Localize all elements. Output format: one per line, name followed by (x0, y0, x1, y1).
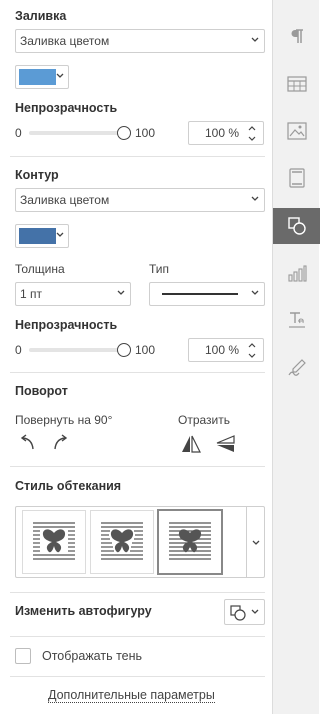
fill-heading: Заливка (15, 9, 67, 23)
fill-opacity-spinner[interactable]: 100 % (188, 121, 264, 145)
wrap-square-icon (33, 522, 75, 560)
stroke-opacity-slider[interactable] (29, 348, 125, 352)
fill-type-value: Заливка цветом (20, 34, 110, 48)
stroke-line-type-select[interactable] (149, 282, 265, 306)
table-icon (286, 76, 307, 92)
fill-slider-max: 100 (135, 126, 156, 140)
stroke-width-label: Толщина (15, 262, 65, 276)
change-autoshape-button[interactable] (224, 599, 265, 625)
paragraph-settings-tab[interactable] (273, 18, 320, 54)
spin-up-icon[interactable] (247, 341, 257, 349)
chevron-down-icon (56, 73, 64, 78)
rotate-counterclockwise-icon[interactable] (17, 432, 37, 452)
wrap-square-option[interactable] (22, 510, 86, 574)
stroke-type-label: Тип (149, 262, 170, 276)
solid-line-preview (162, 293, 238, 295)
chart-settings-tab[interactable] (273, 255, 320, 291)
wrap-style-picker (15, 506, 265, 578)
paragraph-icon (291, 29, 303, 43)
image-settings-tab[interactable] (273, 113, 320, 149)
image-icon (286, 122, 307, 140)
header-footer-settings-tab[interactable] (273, 160, 320, 196)
fill-type-select[interactable]: Заливка цветом (15, 29, 265, 53)
right-sidebar (272, 0, 320, 714)
stroke-opacity-heading: Непрозрачность (15, 318, 118, 332)
shape-settings-panel: Заливка Заливка цветом Непрозрачность 0 … (0, 0, 272, 714)
spin-down-icon[interactable] (247, 135, 257, 143)
shape-icon (230, 605, 246, 621)
shape-icon (287, 217, 306, 235)
stroke-type-value: Заливка цветом (20, 193, 110, 207)
show-shadow-checkbox[interactable] (15, 648, 31, 664)
advanced-settings-link[interactable]: Дополнительные параметры (48, 688, 215, 703)
wrap-tight-option[interactable] (90, 510, 154, 574)
divider (10, 372, 265, 373)
divider (10, 466, 265, 467)
show-shadow-label: Отображать тень (42, 649, 143, 663)
wrap-through-icon (169, 522, 211, 560)
chevron-down-icon (251, 37, 259, 42)
stroke-slider-max: 100 (135, 343, 156, 357)
header-footer-icon (288, 168, 305, 188)
table-settings-tab[interactable] (273, 66, 320, 102)
change-autoshape-label: Изменить автофигуру (15, 604, 152, 618)
divider (10, 636, 265, 637)
stroke-slider-min: 0 (15, 343, 22, 357)
flip-vertical-icon[interactable] (214, 434, 236, 454)
chevron-down-icon (117, 290, 125, 295)
signature-icon (287, 359, 306, 376)
divider (10, 156, 265, 157)
rotation-heading: Поворот (15, 384, 68, 398)
rotate-90-label: Повернуть на 90° (15, 413, 113, 427)
textart-settings-tab[interactable] (273, 302, 320, 338)
flip-label: Отразить (178, 413, 230, 427)
textart-icon (288, 312, 305, 328)
wrap-tight-icon (101, 522, 143, 560)
stroke-width-select[interactable]: 1 пт (15, 282, 131, 306)
chevron-down-icon (56, 232, 64, 237)
stroke-width-value: 1 пт (20, 287, 43, 301)
fill-opacity-value: 100 % (204, 126, 239, 140)
fill-opacity-slider-thumb[interactable] (117, 126, 131, 140)
spin-up-icon[interactable] (247, 124, 257, 132)
rotate-clockwise-icon[interactable] (51, 432, 71, 452)
flip-horizontal-icon[interactable] (180, 434, 202, 454)
fill-slider-min: 0 (15, 126, 22, 140)
chevron-down-icon (251, 290, 259, 295)
shape-settings-tab[interactable] (273, 208, 320, 244)
chevron-down-icon (252, 540, 260, 545)
chart-icon (287, 265, 307, 282)
stroke-type-select[interactable]: Заливка цветом (15, 188, 265, 212)
stroke-opacity-value: 100 % (204, 343, 239, 357)
stroke-opacity-slider-thumb[interactable] (117, 343, 131, 357)
wrap-style-heading: Стиль обтекания (15, 479, 122, 493)
stroke-color-button[interactable] (15, 224, 69, 248)
divider (10, 676, 265, 677)
fill-opacity-slider[interactable] (29, 131, 125, 135)
stroke-heading: Контур (15, 168, 59, 182)
wrap-through-option[interactable] (157, 509, 223, 575)
chevron-down-icon (251, 196, 259, 201)
stroke-color-swatch (19, 228, 56, 244)
fill-color-swatch (19, 69, 56, 85)
spin-down-icon[interactable] (247, 352, 257, 360)
signature-settings-tab[interactable] (273, 350, 320, 386)
chevron-down-icon (251, 609, 259, 614)
fill-color-button[interactable] (15, 65, 69, 89)
divider (10, 592, 265, 593)
fill-opacity-heading: Непрозрачность (15, 101, 118, 115)
stroke-opacity-spinner[interactable]: 100 % (188, 338, 264, 362)
wrap-more-button[interactable] (246, 507, 264, 577)
